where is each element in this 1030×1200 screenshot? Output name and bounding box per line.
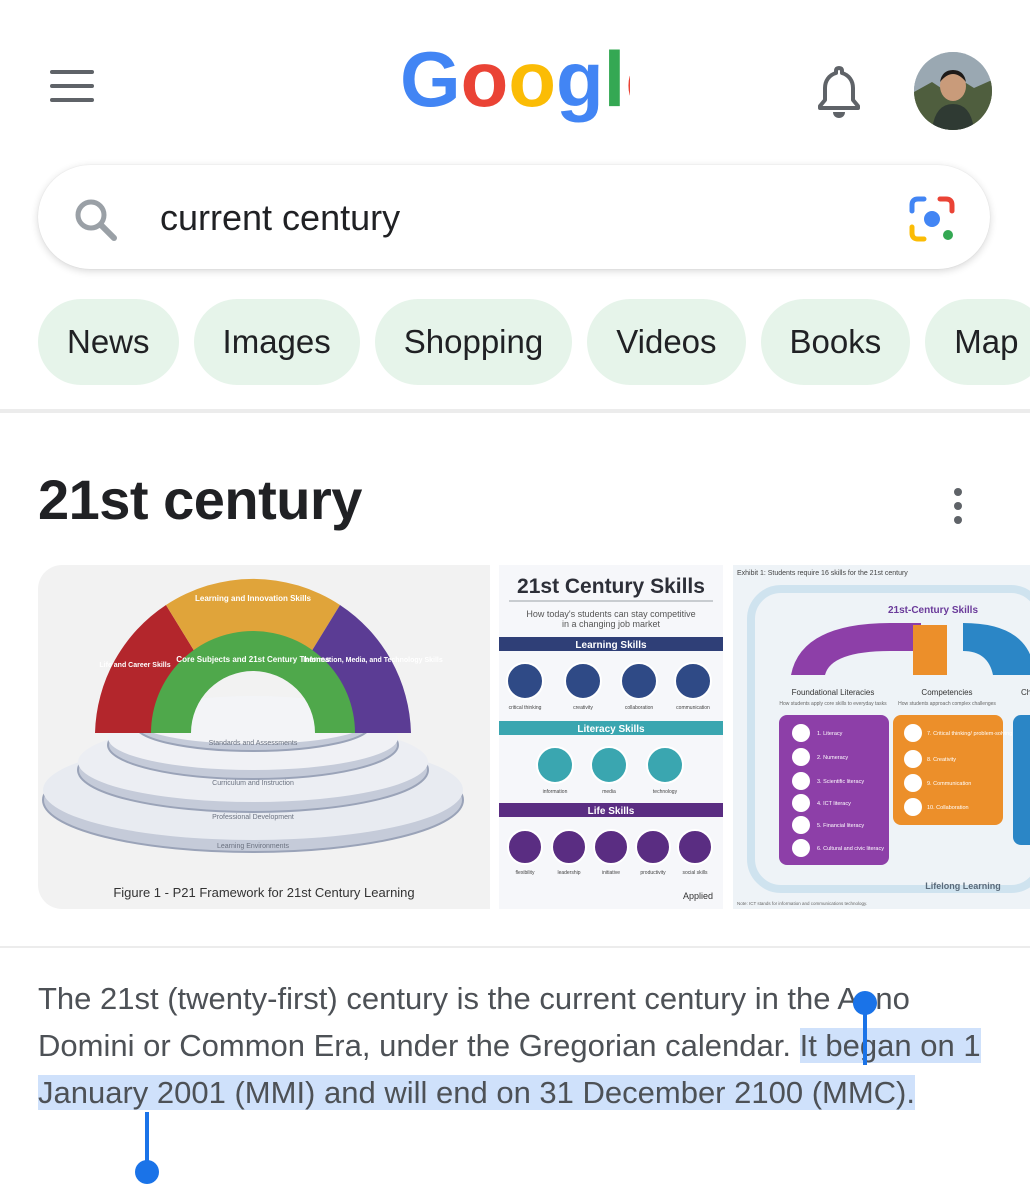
arch-inner-label: Core Subjects and 21st Century Themes xyxy=(176,655,330,664)
skill-label: information xyxy=(543,789,568,795)
skill-label: leadership xyxy=(557,870,580,876)
chip-shopping[interactable]: Shopping xyxy=(374,299,573,385)
column-foundational: Foundational Literacies xyxy=(792,688,875,697)
arch-top-label: Learning and Innovation Skills xyxy=(195,594,312,603)
knowledge-panel-title: 21st century xyxy=(38,468,362,531)
skill-label: technology xyxy=(653,789,678,795)
infographic-subtitle-1: How today's students can stay competitiv… xyxy=(526,609,695,619)
skill-label: communication xyxy=(676,705,710,711)
image-result-p21-framework[interactable]: Learning and Innovation Skills Life and … xyxy=(38,565,490,909)
chip-maps[interactable]: Map xyxy=(925,299,1030,385)
ring-label-3: Professional Development xyxy=(212,814,294,821)
section-literacy-skills: Literacy Skills xyxy=(577,724,645,735)
infographic-subtitle-2: in a changing job market xyxy=(562,619,661,629)
exhibit-title: 21st-Century Skills xyxy=(888,605,978,616)
avatar[interactable] xyxy=(914,52,992,130)
logo-letter: G xyxy=(400,40,461,123)
ring-label-4: Learning Environments xyxy=(217,843,289,850)
chip-news[interactable]: News xyxy=(38,299,179,385)
google-logo[interactable]: Google xyxy=(0,40,1030,135)
logo-letter: o xyxy=(508,40,556,123)
exhibit-label: Exhibit 1: Students require 16 skills fo… xyxy=(737,570,908,577)
ring-label-1: Standards and Assessments xyxy=(209,740,298,747)
ring-label-2: Curriculum and Instruction xyxy=(212,780,294,787)
arch-left-label: Life and Career Skills xyxy=(99,662,170,669)
section-life-skills: Life Skills xyxy=(588,806,635,817)
skill-label: social skills xyxy=(682,870,708,876)
search-icon[interactable] xyxy=(72,196,118,242)
chip-books[interactable]: Books xyxy=(760,299,911,385)
skill-label: initiative xyxy=(602,870,620,876)
literacy-item: 5. Financial literacy xyxy=(817,823,864,829)
skill-label: collaboration xyxy=(625,705,654,711)
logo-letter: e xyxy=(625,40,630,123)
literacy-item: 1. Literacy xyxy=(817,731,843,737)
logo-letter: l xyxy=(604,40,626,123)
chip-images[interactable]: Images xyxy=(193,299,360,385)
chip-videos[interactable]: Videos xyxy=(587,299,746,385)
skill-label: flexibility xyxy=(516,870,535,876)
literacy-item: 4. ICT literacy xyxy=(817,801,851,807)
divider xyxy=(0,409,1030,413)
google-logo-graphic: Google xyxy=(400,40,630,123)
exhibit-note: Note: ICT stands for information and com… xyxy=(737,901,867,906)
google-lens-icon[interactable] xyxy=(906,193,958,245)
lifelong-learning-label: Lifelong Learning xyxy=(925,881,1001,891)
search-filter-chips: News Images Shopping Videos Books Map xyxy=(38,299,1030,385)
brand-label: Applied xyxy=(683,891,713,901)
skill-label: critical thinking xyxy=(509,705,542,711)
skill-label: media xyxy=(602,789,616,795)
competency-item: 7. Critical thinking/ problem-solving xyxy=(927,731,1012,737)
search-input[interactable]: current century xyxy=(160,196,400,240)
image-caption: Figure 1 - P21 Framework for 21st Centur… xyxy=(113,885,414,900)
logo-letter: o xyxy=(461,40,509,123)
column-third: Ch xyxy=(1021,688,1030,697)
infographic-title: 21st Century Skills xyxy=(517,575,705,598)
bell-icon[interactable] xyxy=(814,64,864,120)
competency-item: 10. Collaboration xyxy=(927,805,969,811)
literacy-item: 3. Scientific literacy xyxy=(817,779,864,785)
image-result-exhibit[interactable]: Exhibit 1: Students require 16 skills fo… xyxy=(733,565,1030,909)
divider xyxy=(0,946,1030,948)
competency-item: 9. Communication xyxy=(927,781,971,787)
competency-item: 8. Creativity xyxy=(927,757,956,763)
column-competencies-sub: How students approach complex challenges xyxy=(898,701,996,707)
literacy-item: 6. Cultural and civic literacy xyxy=(817,846,884,852)
more-vert-icon[interactable] xyxy=(944,486,972,526)
svg-text:Google: Google xyxy=(400,40,630,123)
skill-label: productivity xyxy=(640,870,666,876)
description-text: The 21st (twenty-first) century is the c… xyxy=(38,981,910,1063)
image-result-21st-century-skills[interactable]: 21st Century Skills How today's students… xyxy=(499,565,723,909)
section-learning-skills: Learning Skills xyxy=(575,640,647,651)
literacy-item: 2. Numeracy xyxy=(817,755,848,761)
column-competencies: Competencies xyxy=(921,688,972,697)
skill-label: creativity xyxy=(573,705,593,711)
column-foundational-sub: How students apply core skills to everyd… xyxy=(779,701,887,707)
logo-letter: g xyxy=(556,40,604,123)
